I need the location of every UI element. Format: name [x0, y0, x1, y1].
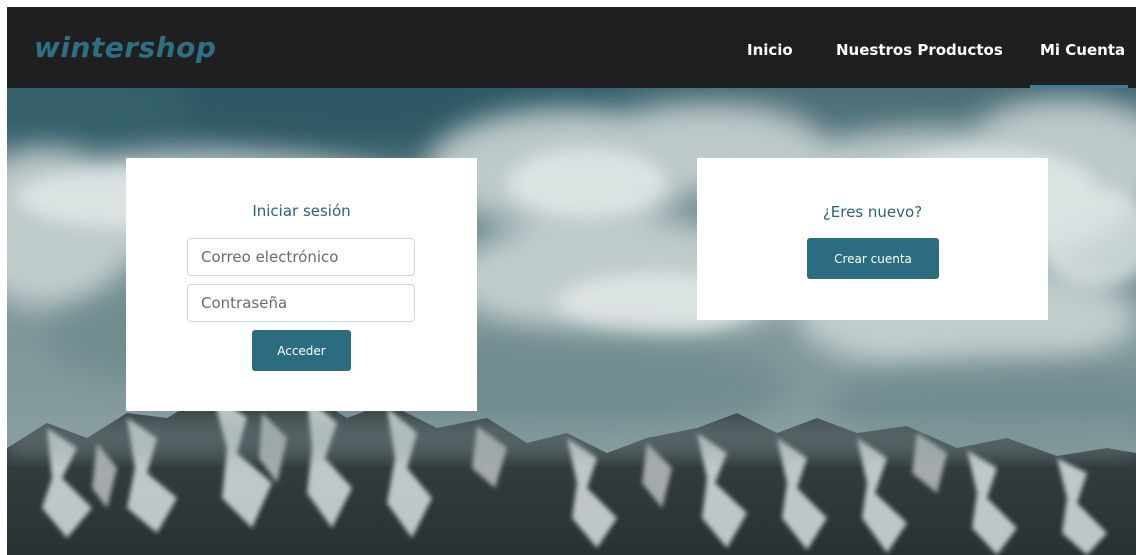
signup-title: ¿Eres nuevo?: [822, 203, 923, 221]
login-submit-button[interactable]: Acceder: [252, 330, 351, 371]
login-card: Iniciar sesión Acceder: [126, 158, 477, 411]
create-account-button[interactable]: Crear cuenta: [807, 238, 939, 279]
password-field[interactable]: [187, 284, 415, 322]
nav-link-mi-cuenta[interactable]: Mi Cuenta: [1040, 41, 1125, 59]
logo[interactable]: wintershop: [34, 33, 216, 63]
navbar: wintershop Inicio Nuestros Productos Mi …: [7, 7, 1136, 88]
nav-link-inicio[interactable]: Inicio: [747, 41, 793, 59]
page: wintershop Inicio Nuestros Productos Mi …: [0, 0, 1136, 555]
signup-card: ¿Eres nuevo? Crear cuenta: [697, 158, 1048, 320]
email-field[interactable]: [187, 238, 415, 276]
nav-link-nuestros-productos[interactable]: Nuestros Productos: [836, 41, 1003, 59]
login-title: Iniciar sesión: [252, 202, 351, 220]
page-edge: [0, 0, 7, 555]
